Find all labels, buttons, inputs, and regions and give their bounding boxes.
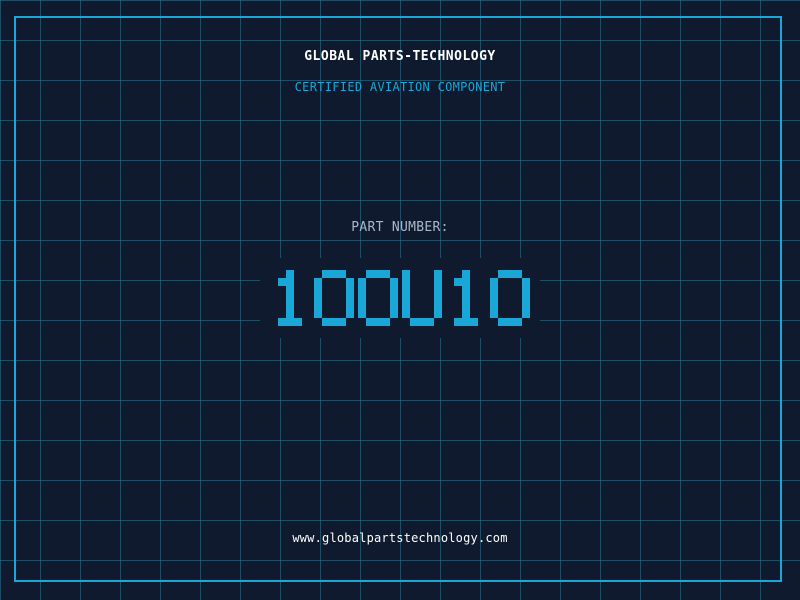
glyph-pixel — [366, 318, 374, 326]
glyph-pixel — [346, 294, 354, 302]
glyph-pixel — [434, 270, 442, 278]
glyph-pixel — [462, 270, 470, 278]
glyph-pixel — [402, 302, 410, 310]
part-number-glyph — [278, 270, 302, 326]
glyph-pixel — [522, 310, 530, 318]
glyph-pixel — [338, 318, 346, 326]
glyph-pixel — [490, 286, 498, 294]
glyph-pixel — [346, 286, 354, 294]
glyph-pixel — [390, 278, 398, 286]
glyph-pixel — [522, 294, 530, 302]
part-number-glyph — [314, 270, 354, 326]
part-number-display: 100U10 — [260, 258, 540, 338]
glyph-pixel — [382, 270, 390, 278]
certificate-page: GLOBAL PARTS-TECHNOLOGY CERTIFIED AVIATI… — [0, 0, 800, 600]
glyph-pixel — [314, 310, 322, 318]
glyph-pixel — [434, 294, 442, 302]
glyph-pixel — [358, 310, 366, 318]
glyph-pixel — [490, 302, 498, 310]
glyph-pixel — [358, 302, 366, 310]
glyph-pixel — [434, 310, 442, 318]
glyph-pixel — [314, 278, 322, 286]
glyph-pixel — [454, 318, 462, 326]
glyph-pixel — [338, 270, 346, 278]
glyph-pixel — [498, 270, 506, 278]
glyph-pixel — [490, 278, 498, 286]
tagline: CERTIFIED AVIATION COMPONENT — [294, 80, 506, 94]
glyph-pixel — [490, 310, 498, 318]
glyph-pixel — [402, 310, 410, 318]
glyph-pixel — [286, 318, 294, 326]
part-number-glyph — [402, 270, 442, 326]
glyph-pixel — [314, 294, 322, 302]
glyph-pixel — [462, 278, 470, 286]
glyph-pixel — [402, 286, 410, 294]
glyph-pixel — [390, 286, 398, 294]
glyph-pixel — [358, 278, 366, 286]
part-number-pixel-glyphs — [278, 270, 530, 326]
glyph-pixel — [462, 286, 470, 294]
glyph-pixel — [366, 270, 374, 278]
glyph-pixel — [346, 310, 354, 318]
glyph-pixel — [286, 310, 294, 318]
glyph-pixel — [374, 318, 382, 326]
glyph-pixel — [506, 270, 514, 278]
glyph-pixel — [322, 318, 330, 326]
glyph-pixel — [462, 294, 470, 302]
part-number-label: PART NUMBER: — [351, 220, 449, 235]
glyph-pixel — [390, 294, 398, 302]
glyph-pixel — [390, 302, 398, 310]
glyph-pixel — [286, 286, 294, 294]
glyph-pixel — [390, 310, 398, 318]
part-number-glyph — [358, 270, 398, 326]
glyph-pixel — [522, 278, 530, 286]
glyph-pixel — [454, 278, 462, 286]
glyph-pixel — [470, 318, 478, 326]
glyph-pixel — [294, 318, 302, 326]
glyph-pixel — [330, 318, 338, 326]
glyph-pixel — [514, 318, 522, 326]
company-name: GLOBAL PARTS-TECHNOLOGY — [304, 49, 496, 64]
glyph-pixel — [434, 286, 442, 294]
part-number-glyph — [454, 270, 478, 326]
glyph-pixel — [402, 270, 410, 278]
glyph-pixel — [522, 302, 530, 310]
glyph-pixel — [346, 278, 354, 286]
glyph-pixel — [358, 286, 366, 294]
glyph-pixel — [490, 294, 498, 302]
glyph-pixel — [286, 302, 294, 310]
glyph-pixel — [426, 318, 434, 326]
glyph-pixel — [462, 310, 470, 318]
glyph-pixel — [514, 270, 522, 278]
glyph-pixel — [286, 294, 294, 302]
glyph-pixel — [462, 318, 470, 326]
glyph-pixel — [462, 302, 470, 310]
glyph-pixel — [410, 318, 418, 326]
glyph-pixel — [314, 302, 322, 310]
glyph-pixel — [418, 318, 426, 326]
glyph-pixel — [522, 286, 530, 294]
glyph-pixel — [278, 318, 286, 326]
glyph-pixel — [358, 294, 366, 302]
glyph-pixel — [402, 294, 410, 302]
glyph-pixel — [286, 278, 294, 286]
glyph-pixel — [314, 286, 322, 294]
glyph-pixel — [346, 302, 354, 310]
glyph-pixel — [374, 270, 382, 278]
glyph-pixel — [382, 318, 390, 326]
glyph-pixel — [434, 278, 442, 286]
part-number-glyph — [490, 270, 530, 326]
glyph-pixel — [330, 270, 338, 278]
website-link[interactable]: www.globalpartstechnology.com — [0, 531, 800, 545]
glyph-pixel — [434, 302, 442, 310]
glyph-pixel — [402, 278, 410, 286]
glyph-pixel — [322, 270, 330, 278]
glyph-pixel — [506, 318, 514, 326]
glyph-pixel — [286, 270, 294, 278]
glyph-pixel — [498, 318, 506, 326]
glyph-pixel — [278, 278, 286, 286]
